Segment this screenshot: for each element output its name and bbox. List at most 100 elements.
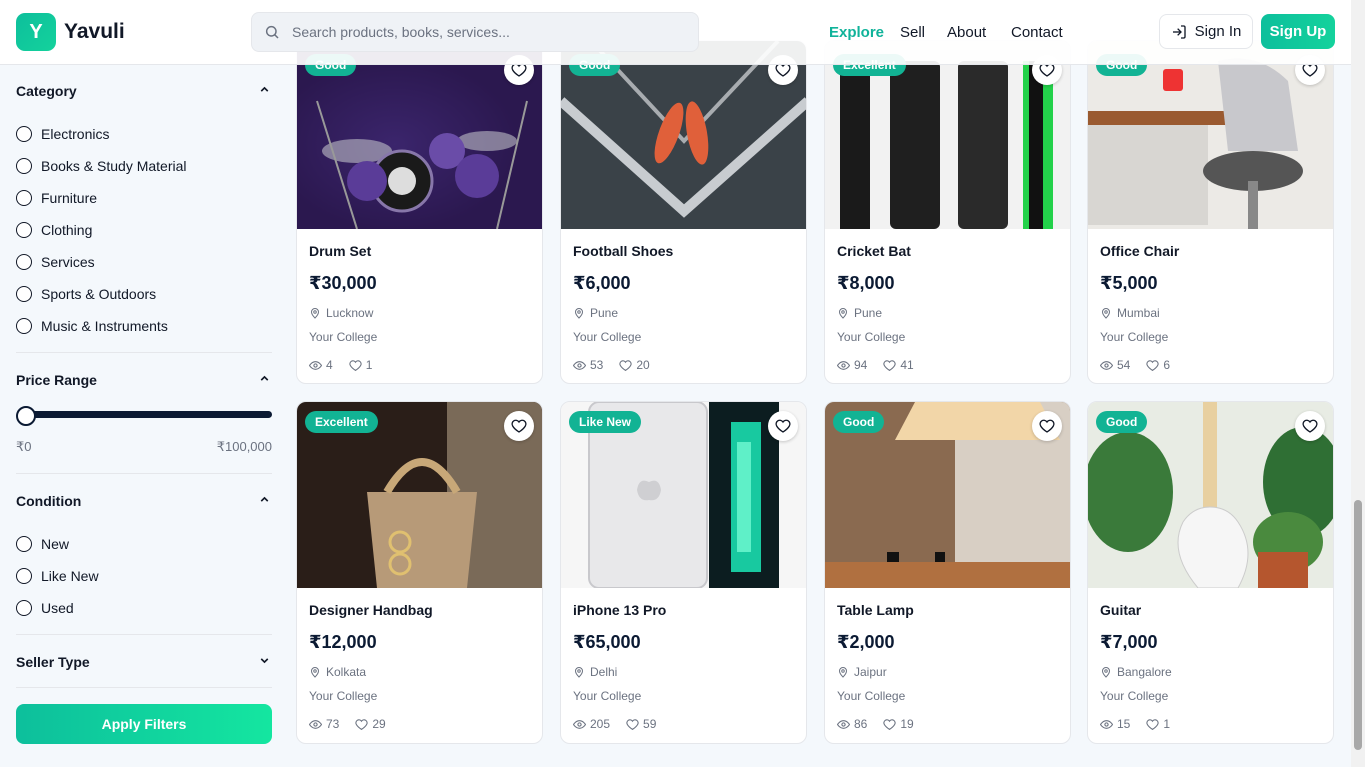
price-slider-track[interactable] xyxy=(24,411,272,418)
product-price: ₹5,000 xyxy=(1100,273,1158,293)
product-price: ₹6,000 xyxy=(573,273,631,293)
condition-badge: Excellent xyxy=(305,411,378,433)
search-bar[interactable] xyxy=(251,12,699,52)
apply-filters-button[interactable]: Apply Filters xyxy=(16,704,272,744)
map-pin-icon xyxy=(574,308,584,319)
nav-sell[interactable]: Sell xyxy=(900,24,925,41)
divider xyxy=(16,634,272,635)
product-stats: 73 29 xyxy=(309,717,386,731)
product-location: Pune xyxy=(837,306,882,320)
product-college: Your College xyxy=(1100,689,1169,703)
product-college: Your College xyxy=(1100,330,1169,344)
chevron-up-icon[interactable] xyxy=(258,83,271,96)
condition-heading[interactable]: Condition xyxy=(16,493,81,509)
eye-icon xyxy=(573,719,586,729)
chevron-up-icon[interactable] xyxy=(258,372,271,385)
category-option[interactable]: Music & Instruments xyxy=(16,318,168,334)
radio-button[interactable] xyxy=(16,222,32,238)
category-heading[interactable]: Category xyxy=(16,83,77,99)
sign-in-button[interactable]: Sign In xyxy=(1159,14,1253,49)
product-title[interactable]: Office Chair xyxy=(1100,243,1179,259)
heart-icon xyxy=(626,718,639,730)
eye-icon xyxy=(309,360,322,370)
product-location: Lucknow xyxy=(309,306,373,320)
product-stats: 15 1 xyxy=(1100,717,1170,731)
map-pin-icon xyxy=(838,667,848,678)
category-option[interactable]: Books & Study Material xyxy=(16,158,187,174)
product-title[interactable]: Table Lamp xyxy=(837,602,914,618)
price-slider-thumb[interactable] xyxy=(16,406,36,426)
product-college: Your College xyxy=(309,330,378,344)
heart-icon xyxy=(619,359,632,371)
product-stats: 86 19 xyxy=(837,717,914,731)
chevron-down-icon[interactable] xyxy=(258,654,271,667)
product-title[interactable]: Football Shoes xyxy=(573,243,673,259)
filter-sidebar: Category Electronics Books & Study Mater… xyxy=(0,65,288,767)
product-card[interactable]: Good Office Chair ₹5,000 Mumbai Your Col… xyxy=(1087,40,1334,384)
heart-icon[interactable] xyxy=(1295,411,1325,441)
sign-up-button[interactable]: Sign Up xyxy=(1261,14,1335,49)
top-navbar: Y Yavuli Explore Sell About Contact Sign… xyxy=(0,0,1351,65)
product-location: Bangalore xyxy=(1100,665,1172,679)
heart-icon[interactable] xyxy=(768,411,798,441)
product-stats: 94 41 xyxy=(837,358,914,372)
category-option[interactable]: Services xyxy=(16,254,95,270)
category-option[interactable]: Sports & Outdoors xyxy=(16,286,156,302)
product-price: ₹12,000 xyxy=(309,632,377,652)
product-card[interactable]: Excellent Designer Handbag ₹12,000 Kolka… xyxy=(296,401,543,744)
product-college: Your College xyxy=(837,689,906,703)
condition-option[interactable]: New xyxy=(16,536,69,552)
login-icon xyxy=(1172,24,1186,39)
category-option[interactable]: Clothing xyxy=(16,222,92,238)
heart-icon[interactable] xyxy=(504,411,534,441)
product-price: ₹7,000 xyxy=(1100,632,1158,652)
map-pin-icon xyxy=(1101,308,1111,319)
product-title[interactable]: Cricket Bat xyxy=(837,243,911,259)
heart-icon[interactable] xyxy=(1032,411,1062,441)
product-card[interactable]: Good Guitar ₹7,000 Bangalore Your Colleg… xyxy=(1087,401,1334,744)
product-card[interactable]: Like New iPhone 13 Pro ₹65,000 Delhi You… xyxy=(560,401,807,744)
radio-button[interactable] xyxy=(16,536,32,552)
product-card[interactable]: Excellent Cricket Bat ₹8,000 Pune Your C… xyxy=(824,40,1071,384)
product-college: Your College xyxy=(573,689,642,703)
product-title[interactable]: iPhone 13 Pro xyxy=(573,602,666,618)
condition-option[interactable]: Used xyxy=(16,600,74,616)
radio-button[interactable] xyxy=(16,158,32,174)
logo-icon[interactable]: Y xyxy=(16,13,56,51)
heart-icon xyxy=(349,359,362,371)
radio-button[interactable] xyxy=(16,568,32,584)
product-location: Kolkata xyxy=(309,665,366,679)
product-card[interactable]: Good Football Shoes ₹6,000 Pune Your Col… xyxy=(560,40,807,384)
radio-button[interactable] xyxy=(16,254,32,270)
radio-button[interactable] xyxy=(16,190,32,206)
scrollbar-thumb[interactable] xyxy=(1354,500,1362,750)
category-option[interactable]: Furniture xyxy=(16,190,97,206)
radio-button[interactable] xyxy=(16,126,32,142)
price-range-heading[interactable]: Price Range xyxy=(16,372,97,388)
price-max-label: ₹100,000 xyxy=(216,439,272,454)
eye-icon xyxy=(837,719,850,729)
product-card[interactable]: Good Table Lamp ₹2,000 Jaipur Your Colle… xyxy=(824,401,1071,744)
product-stats: 53 20 xyxy=(573,358,650,372)
radio-button[interactable] xyxy=(16,600,32,616)
seller-type-heading[interactable]: Seller Type xyxy=(16,654,90,670)
condition-option[interactable]: Like New xyxy=(16,568,99,584)
nav-contact[interactable]: Contact xyxy=(1011,24,1063,41)
product-title[interactable]: Drum Set xyxy=(309,243,371,259)
divider xyxy=(16,687,272,688)
nav-about[interactable]: About xyxy=(947,24,986,41)
divider xyxy=(16,473,272,474)
product-title[interactable]: Designer Handbag xyxy=(309,602,433,618)
nav-explore[interactable]: Explore xyxy=(829,24,884,41)
search-input[interactable] xyxy=(292,24,672,40)
product-card[interactable]: Good Drum Set ₹30,000 Lucknow Your Colle… xyxy=(296,40,543,384)
eye-icon xyxy=(837,360,850,370)
product-college: Your College xyxy=(573,330,642,344)
radio-button[interactable] xyxy=(16,286,32,302)
brand-name[interactable]: Yavuli xyxy=(64,20,125,44)
chevron-up-icon[interactable] xyxy=(258,493,271,506)
product-title[interactable]: Guitar xyxy=(1100,602,1141,618)
product-price: ₹65,000 xyxy=(573,632,641,652)
category-option[interactable]: Electronics xyxy=(16,126,109,142)
radio-button[interactable] xyxy=(16,318,32,334)
